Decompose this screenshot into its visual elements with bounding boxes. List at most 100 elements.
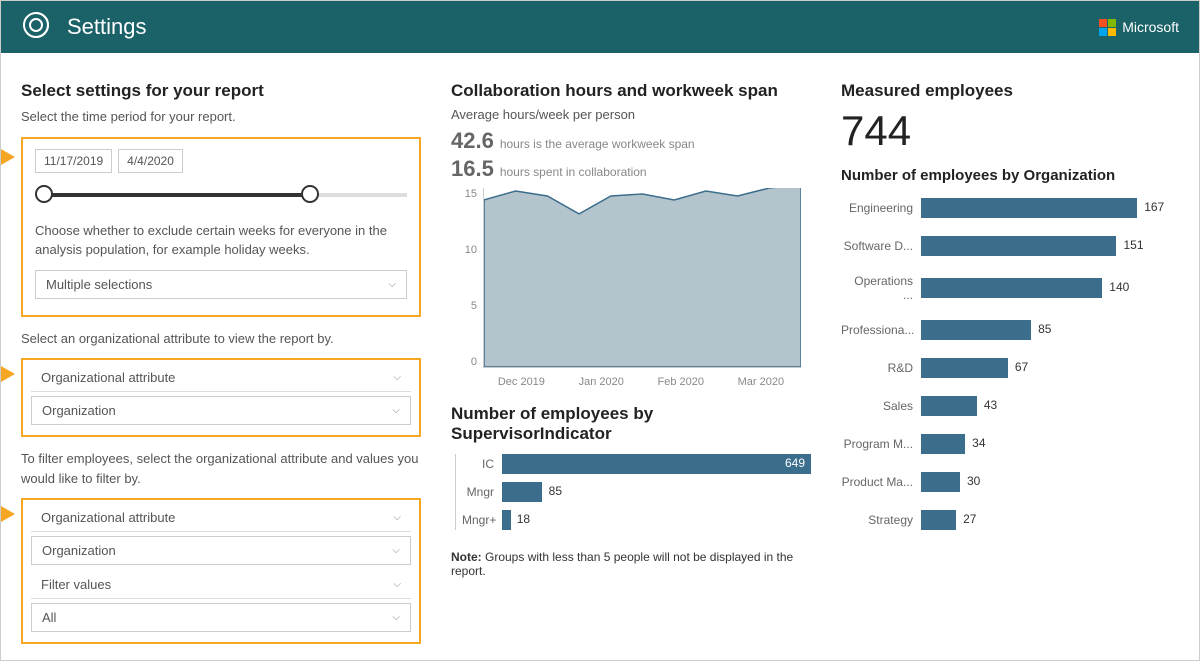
arrow-icon bbox=[1, 506, 15, 522]
slider-handle-start[interactable] bbox=[35, 185, 53, 203]
bar-value: 85 bbox=[1038, 322, 1051, 336]
collab-area-chart: 15 10 5 0 Dec 2019 Jan 2020 Feb 2020 Mar… bbox=[451, 188, 801, 388]
arrow-icon bbox=[1, 366, 15, 382]
bar-label: Engineering bbox=[841, 201, 921, 215]
filter-values-value: All bbox=[42, 610, 56, 625]
bar-value: 167 bbox=[1144, 200, 1164, 214]
date-end-input[interactable]: 4/4/2020 bbox=[118, 149, 183, 173]
bar-row: Software D... 151 bbox=[841, 236, 1161, 256]
note-text: Note: Groups with less than 5 people wil… bbox=[451, 550, 811, 578]
bar-row: Strategy 27 bbox=[841, 510, 1161, 530]
exclude-weeks-prompt: Choose whether to exclude certain weeks … bbox=[35, 221, 407, 260]
x-tick: Feb 2020 bbox=[658, 376, 704, 388]
date-start-input[interactable]: 11/17/2019 bbox=[35, 149, 112, 173]
workweek-span-value: 42.6 bbox=[451, 128, 494, 154]
bar-value: 140 bbox=[1109, 280, 1129, 294]
x-tick: Mar 2020 bbox=[738, 376, 784, 388]
bar-label: Product Ma... bbox=[841, 475, 921, 489]
bar-value: 67 bbox=[1015, 360, 1028, 374]
page-title: Settings bbox=[67, 14, 147, 40]
chevron-down-icon: ⌵ bbox=[393, 372, 401, 383]
bar-row: Engineering 167 bbox=[841, 198, 1161, 218]
supervisor-bar-chart: IC 649 Mngr 85 Mngr+ 18 bbox=[455, 454, 811, 530]
bar-value: 30 bbox=[967, 474, 980, 488]
bar-label: IC bbox=[462, 457, 502, 471]
y-tick: 15 bbox=[451, 188, 477, 200]
x-tick: Jan 2020 bbox=[579, 376, 624, 388]
chevron-down-icon: ⌵ bbox=[392, 612, 400, 623]
y-tick: 0 bbox=[451, 356, 477, 368]
bar-value: 34 bbox=[972, 436, 985, 450]
collab-subheading: Average hours/week per person bbox=[451, 107, 811, 122]
bar-row: Mngr+ 18 bbox=[462, 510, 811, 530]
collab-hours-value: 16.5 bbox=[451, 156, 494, 182]
supervisor-heading: Number of employees by SupervisorIndicat… bbox=[451, 404, 811, 444]
top-bar: Settings Microsoft bbox=[1, 1, 1199, 53]
bar-label: Strategy bbox=[841, 513, 921, 527]
bar-value: 27 bbox=[963, 512, 976, 526]
bar-value: 649 bbox=[785, 456, 805, 470]
bar-row: IC 649 bbox=[462, 454, 811, 474]
org-attribute-prompt: Select an organizational attribute to vi… bbox=[21, 329, 421, 349]
chevron-down-icon: ⌵ bbox=[392, 405, 400, 416]
y-tick: 10 bbox=[451, 244, 477, 256]
time-period-prompt: Select the time period for your report. bbox=[21, 107, 421, 127]
x-tick: Dec 2019 bbox=[498, 376, 545, 388]
org-attribute-box: Organizational attribute ⌵ Organization … bbox=[21, 358, 421, 437]
exclude-weeks-dropdown[interactable]: Multiple selections ⌵ bbox=[35, 270, 407, 299]
settings-panel: Select settings for your report Select t… bbox=[21, 81, 421, 656]
bar-label: Sales bbox=[841, 399, 921, 413]
time-period-box: 11/17/2019 4/4/2020 Choose whether to ex… bbox=[21, 137, 421, 317]
note-label: Note: bbox=[451, 550, 482, 564]
microsoft-label: Microsoft bbox=[1122, 19, 1179, 35]
org-attribute-value: Organization bbox=[42, 403, 116, 418]
bar-value: 43 bbox=[984, 398, 997, 412]
bar-row: Professiona... 85 bbox=[841, 320, 1161, 340]
chevron-down-icon: ⌵ bbox=[388, 279, 396, 290]
org-chart-heading: Number of employees by Organization bbox=[841, 167, 1161, 184]
measured-count: 744 bbox=[841, 107, 1161, 155]
app-logo-icon bbox=[21, 10, 51, 45]
microsoft-logo: Microsoft bbox=[1099, 19, 1179, 36]
filter-values-dropdown[interactable]: All ⌵ bbox=[31, 603, 411, 632]
filter-values-field-label[interactable]: Filter values ⌵ bbox=[31, 571, 411, 599]
exclude-weeks-value: Multiple selections bbox=[46, 277, 152, 292]
y-tick: 5 bbox=[451, 300, 477, 312]
bar-value: 18 bbox=[517, 512, 530, 526]
measured-heading: Measured employees bbox=[841, 81, 1161, 101]
collab-hours-label: hours spent in collaboration bbox=[500, 165, 647, 179]
chevron-down-icon: ⌵ bbox=[392, 545, 400, 556]
bar-value: 151 bbox=[1124, 238, 1144, 252]
collaboration-panel: Collaboration hours and workweek span Av… bbox=[451, 81, 811, 656]
filter-prompt: To filter employees, select the organiza… bbox=[21, 449, 421, 488]
bar-label: Professiona... bbox=[841, 323, 921, 337]
bar-label: Mngr bbox=[462, 485, 502, 499]
filter-attribute-value: Organization bbox=[42, 543, 116, 558]
bar-value: 85 bbox=[549, 484, 562, 498]
bar-row: R&D 67 bbox=[841, 358, 1161, 378]
arrow-icon bbox=[1, 149, 15, 165]
filter-attribute-dropdown[interactable]: Organization ⌵ bbox=[31, 536, 411, 565]
bar-label: Software D... bbox=[841, 239, 921, 253]
org-attribute-dropdown[interactable]: Organization ⌵ bbox=[31, 396, 411, 425]
bar-row: Sales 43 bbox=[841, 396, 1161, 416]
bar-row: Program M... 34 bbox=[841, 434, 1161, 454]
org-attribute-field-label[interactable]: Organizational attribute ⌵ bbox=[31, 364, 411, 392]
filter-box: Organizational attribute ⌵ Organization … bbox=[21, 498, 421, 644]
date-range-slider[interactable] bbox=[35, 183, 407, 207]
bar-row: Product Ma... 30 bbox=[841, 472, 1161, 492]
filter-attribute-field-label[interactable]: Organizational attribute ⌵ bbox=[31, 504, 411, 532]
chevron-down-icon: ⌵ bbox=[393, 579, 401, 590]
microsoft-icon bbox=[1099, 19, 1116, 36]
bar-label: R&D bbox=[841, 361, 921, 375]
workweek-span-label: hours is the average workweek span bbox=[500, 137, 695, 151]
bar-row: Operations ... 140 bbox=[841, 274, 1161, 302]
slider-handle-end[interactable] bbox=[301, 185, 319, 203]
collab-heading: Collaboration hours and workweek span bbox=[451, 81, 811, 101]
bar-label: Operations ... bbox=[841, 274, 921, 302]
bar-label: Mngr+ bbox=[462, 513, 502, 527]
bar-row: Mngr 85 bbox=[462, 482, 811, 502]
measured-employees-panel: Measured employees 744 Number of employe… bbox=[841, 81, 1161, 656]
bar-label: Program M... bbox=[841, 437, 921, 451]
chevron-down-icon: ⌵ bbox=[393, 512, 401, 523]
